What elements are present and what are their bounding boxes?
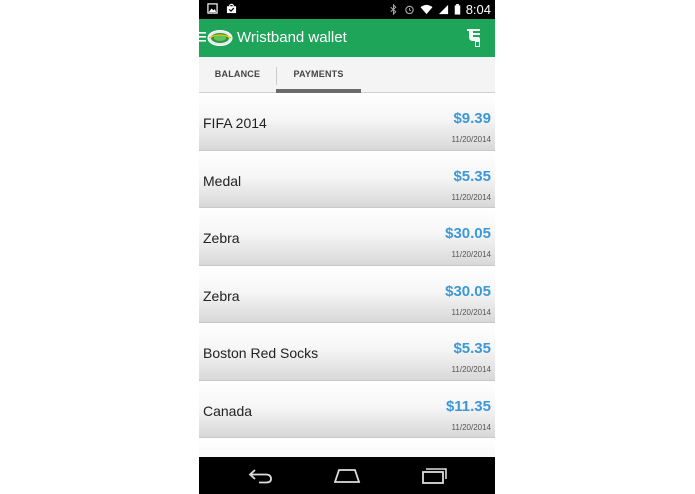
payment-date: 11/20/2014: [451, 135, 491, 144]
payment-name: Boston Red Socks: [203, 345, 319, 361]
tab-payments[interactable]: PAYMENTS: [276, 57, 361, 92]
payment-amount: $9.39: [453, 110, 491, 127]
wristband-icon[interactable]: [463, 27, 483, 49]
alarm-icon: [404, 5, 414, 15]
list-item[interactable]: Zebra $30.05 11/20/2014: [199, 208, 495, 266]
payment-amount: $11.35: [445, 397, 491, 415]
status-bar: 8:04: [199, 0, 495, 19]
bluetooth-icon: [390, 4, 397, 15]
list-item[interactable]: Medal $5.35 11/20/2014: [199, 150, 495, 208]
payment-amount: $5.35: [453, 340, 491, 357]
payments-list[interactable]: FIFA 2014 $9.39 11/20/2014 Medal $5.35 1…: [199, 93, 495, 494]
payment-date: 11/20/2014: [451, 307, 491, 317]
payment-date: 11/20/2014: [451, 365, 491, 374]
payment-name: Canada: [203, 402, 253, 419]
tab-balance[interactable]: BALANCE: [199, 57, 276, 92]
payment-amount: $30.05: [445, 225, 491, 242]
home-icon[interactable]: [333, 466, 361, 484]
clock: 8:04: [465, 2, 491, 17]
recents-icon[interactable]: [420, 466, 448, 484]
signal-icon: [438, 4, 448, 15]
action-bar: Wristband wallet: [199, 19, 495, 57]
shopping-bag-icon: [226, 3, 237, 14]
hamburger-menu-icon[interactable]: [199, 31, 207, 43]
list-item[interactable]: Canada $11.35 11/20/2014: [199, 380, 495, 438]
payment-date: 11/20/2014: [451, 192, 491, 202]
list-item[interactable]: Boston Red Socks $5.35 11/20/2014: [199, 323, 495, 381]
stadium-logo-icon[interactable]: [207, 29, 233, 47]
battery-icon: [454, 4, 460, 15]
payment-date: 11/20/2014: [451, 422, 491, 432]
back-icon[interactable]: [246, 466, 274, 484]
phone-screen: 8:04 Wristband wallet BALANCE PAYMENTS F…: [199, 0, 495, 494]
payment-amount: $5.35: [453, 167, 491, 185]
payment-name: Zebra: [203, 230, 240, 246]
list-item[interactable]: FIFA 2014 $9.39 11/20/2014: [199, 93, 495, 151]
tab-bar: BALANCE PAYMENTS: [199, 57, 495, 93]
payment-name: Zebra: [203, 287, 240, 304]
app-title: Wristband wallet: [237, 29, 347, 46]
payment-date: 11/20/2014: [451, 250, 491, 259]
payment-amount: $30.05: [445, 282, 491, 300]
payment-name: Medal: [203, 172, 242, 189]
payment-name: FIFA 2014: [203, 115, 267, 131]
list-item[interactable]: Zebra $30.05 11/20/2014: [199, 265, 495, 323]
image-icon: [207, 3, 218, 14]
navigation-bar: [199, 457, 495, 494]
wifi-icon: [420, 4, 433, 15]
